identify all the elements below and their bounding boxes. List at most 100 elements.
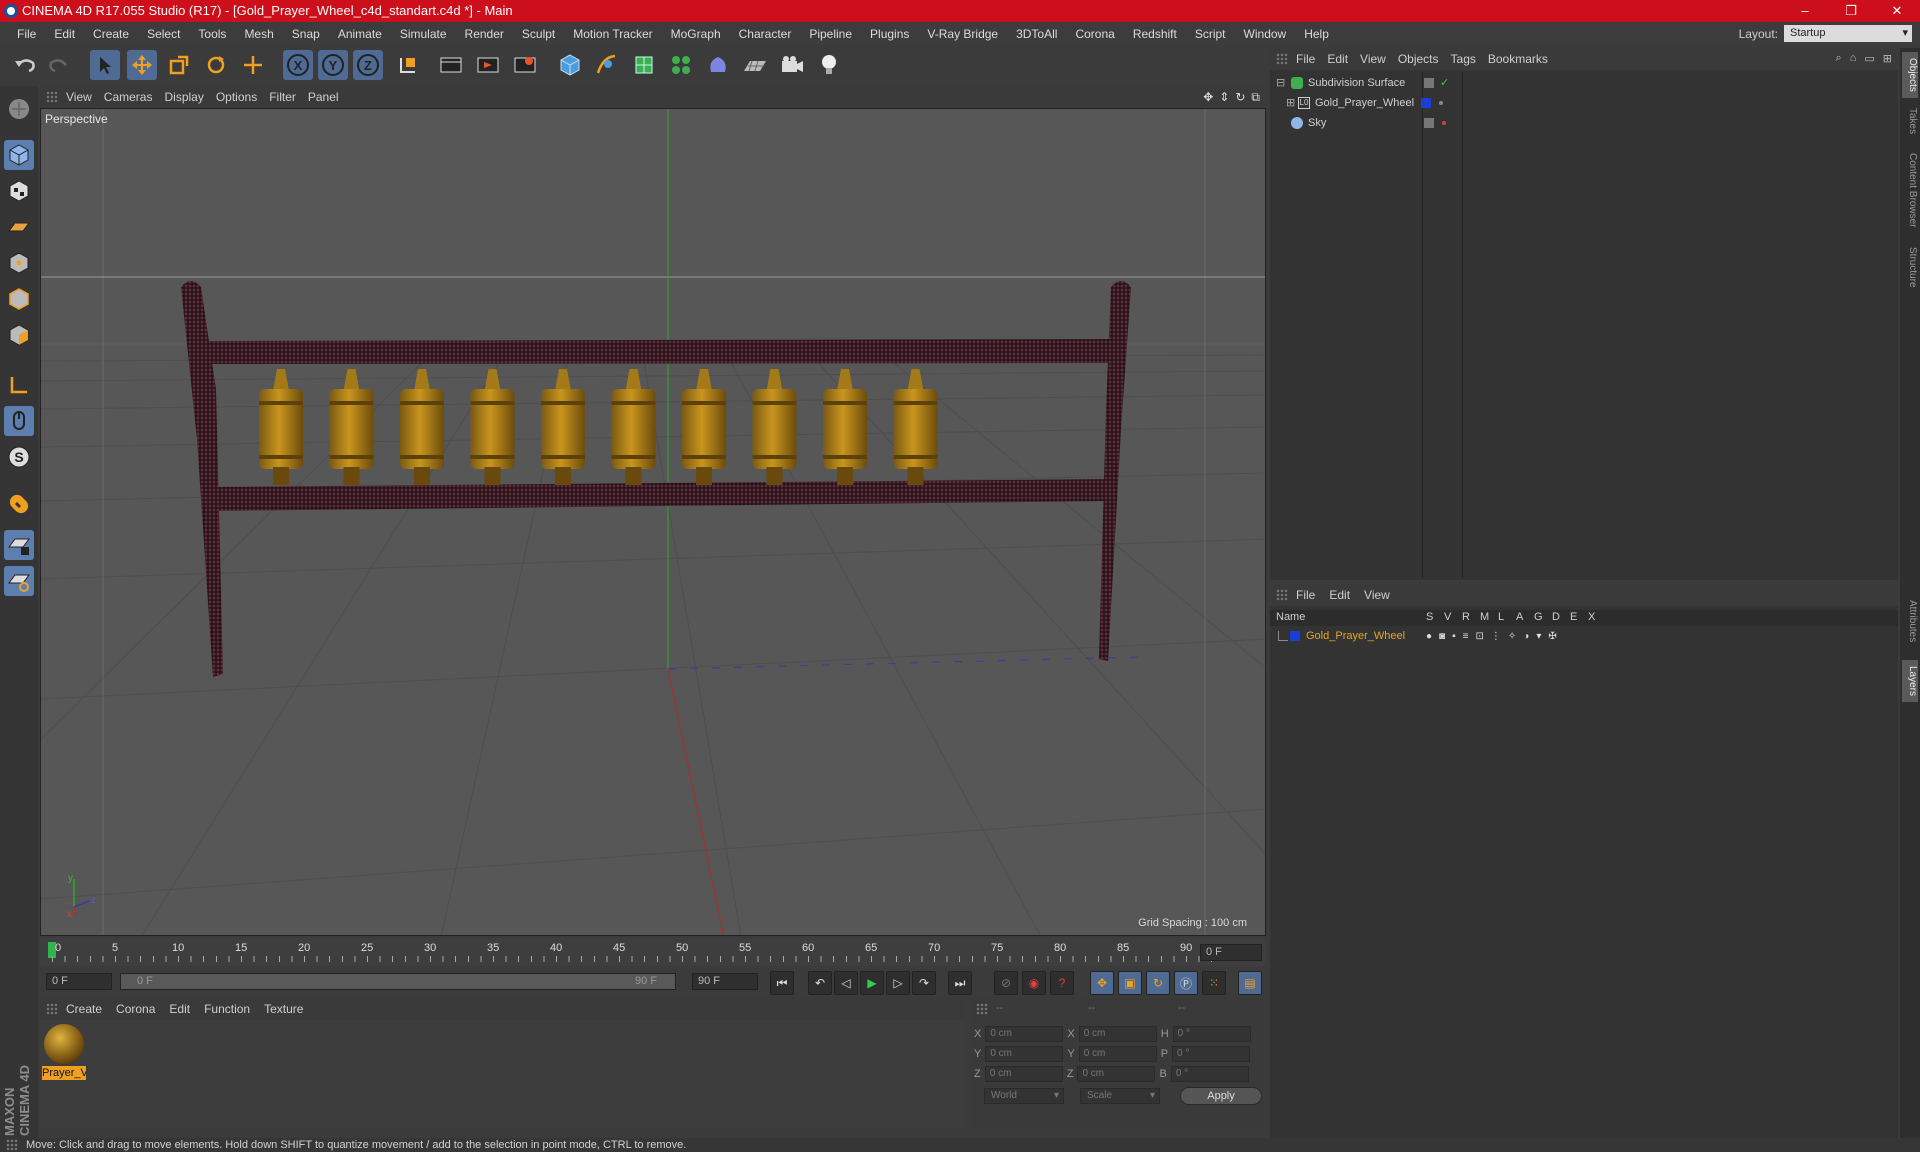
visibility-dot-icon[interactable] xyxy=(1439,100,1443,105)
lock-icon[interactable]: ⊞ xyxy=(1883,52,1892,65)
position-z-field[interactable]: 0 cm xyxy=(984,1066,1063,1082)
enabled-check-icon[interactable]: ✓ xyxy=(1440,76,1449,89)
world-dropdown[interactable]: World ▾ xyxy=(984,1088,1064,1104)
spline-pen-button[interactable] xyxy=(592,50,622,80)
menu-simulate[interactable]: Simulate xyxy=(391,27,456,41)
column-animation[interactable]: A xyxy=(1516,611,1523,623)
record-keys-button[interactable]: ⊘ xyxy=(994,971,1018,995)
panel-grip-icon[interactable] xyxy=(976,1003,988,1015)
go-to-start-button[interactable]: ⏮ xyxy=(770,971,794,995)
key-position-button[interactable]: ✥ xyxy=(1090,971,1114,995)
viewport-rotate-icon[interactable]: ↻ xyxy=(1235,90,1245,105)
workplane-lock-button[interactable] xyxy=(4,566,34,596)
tweak-mode-button[interactable] xyxy=(4,406,34,436)
menu-animate[interactable]: Animate xyxy=(329,27,391,41)
viewport-menu-cameras[interactable]: Cameras xyxy=(104,90,165,104)
size-x-field[interactable]: 0 cm xyxy=(1078,1026,1157,1042)
rotation-h-field[interactable]: 0 ° xyxy=(1172,1026,1251,1042)
menu-window[interactable]: Window xyxy=(1235,27,1296,41)
layers-menu-edit[interactable]: Edit xyxy=(1329,588,1364,602)
minimize-button[interactable]: – xyxy=(1782,0,1828,22)
model-mode-button[interactable] xyxy=(4,140,34,170)
column-expressions[interactable]: E xyxy=(1570,611,1577,623)
render-toggle-icon[interactable]: ▪ xyxy=(1452,631,1456,642)
expression-toggle-icon[interactable]: ▾ xyxy=(1536,631,1541,642)
maximize-button[interactable]: ❐ xyxy=(1828,0,1874,22)
animation-toggle-icon[interactable]: ⋮ xyxy=(1491,631,1501,642)
cube-primitive-button[interactable] xyxy=(555,50,585,80)
lock-toggle-icon[interactable]: ⊡ xyxy=(1475,631,1483,642)
tab-takes[interactable]: Takes xyxy=(1902,102,1918,140)
deformer-toggle-icon[interactable]: ◑ xyxy=(1523,631,1529,642)
subdivision-surface-button[interactable] xyxy=(629,50,659,80)
tab-structure[interactable]: Structure xyxy=(1902,240,1918,294)
y-axis-lock-button[interactable]: Y xyxy=(318,50,348,80)
material-menu-corona[interactable]: Corona xyxy=(116,1002,169,1016)
material-menu-texture[interactable]: Texture xyxy=(264,1002,317,1016)
frame-range-slider[interactable]: 0 F 90 F xyxy=(120,973,676,990)
timeline-window-button[interactable]: ▤ xyxy=(1238,971,1262,995)
scale-dropdown[interactable]: Scale ▾ xyxy=(1080,1088,1160,1104)
camera-button[interactable] xyxy=(777,50,807,80)
live-selection-button[interactable] xyxy=(238,50,268,80)
menu-corona[interactable]: Corona xyxy=(1066,27,1123,41)
material-swatch[interactable]: Prayer_V xyxy=(42,1024,86,1082)
panel-grip-icon[interactable] xyxy=(46,1003,58,1015)
render-settings-button[interactable] xyxy=(510,50,540,80)
previous-frame-button[interactable]: ◁ xyxy=(834,971,858,995)
render-view-button[interactable] xyxy=(436,50,466,80)
menu-file[interactable]: File xyxy=(8,27,45,41)
object-row-subdivision[interactable]: ⊟ Subdivision Surface ✓ xyxy=(1276,73,1896,92)
make-editable-button[interactable] xyxy=(4,94,34,124)
workplane-mode-button[interactable] xyxy=(4,212,34,242)
object-row-gold-prayer-wheel[interactable]: ⊞ L0 Gold_Prayer_Wheel xyxy=(1276,93,1896,112)
current-frame-field[interactable]: 0 F xyxy=(1200,944,1262,961)
x-axis-lock-button[interactable]: X xyxy=(283,50,313,80)
menu-mesh[interactable]: Mesh xyxy=(235,27,282,41)
material-menu-function[interactable]: Function xyxy=(204,1002,264,1016)
expand-icon[interactable]: ⊟ xyxy=(1276,76,1286,89)
key-pla-button[interactable]: ⁙ xyxy=(1202,971,1226,995)
solo-mode-button[interactable]: S xyxy=(4,442,34,472)
light-button[interactable] xyxy=(814,50,844,80)
previous-key-button[interactable]: ↶ xyxy=(808,971,832,995)
redo-button[interactable] xyxy=(44,50,74,80)
layer-row[interactable]: Gold_Prayer_Wheel ● ◙ ▪ ≡ ⊡ ⋮ ✧ ◑ ▾ ✠ xyxy=(1270,628,1898,644)
objects-menu-file[interactable]: File xyxy=(1296,52,1327,66)
menu-mograph[interactable]: MoGraph xyxy=(662,27,730,41)
next-key-button[interactable]: ↷ xyxy=(912,971,936,995)
magnet-snap-button[interactable] xyxy=(4,488,34,518)
column-deformers[interactable]: D xyxy=(1552,611,1560,623)
objects-menu-bookmarks[interactable]: Bookmarks xyxy=(1488,52,1560,66)
size-z-field[interactable]: 0 cm xyxy=(1077,1066,1156,1082)
material-menu-create[interactable]: Create xyxy=(66,1002,116,1016)
viewport-menu-display[interactable]: Display xyxy=(164,90,215,104)
texture-mode-button[interactable] xyxy=(4,176,34,206)
position-y-field[interactable]: 0 cm xyxy=(985,1046,1064,1062)
viewport-menu-view[interactable]: View xyxy=(66,90,104,104)
tab-attributes[interactable]: Attributes xyxy=(1902,588,1918,654)
view-toggle-icon[interactable]: ◙ xyxy=(1439,631,1445,642)
search-icon[interactable]: ⌕ xyxy=(1836,52,1842,65)
layout-select[interactable]: Startup ▾ xyxy=(1784,25,1912,42)
render-picture-viewer-button[interactable] xyxy=(473,50,503,80)
axis-mode-button[interactable] xyxy=(4,370,34,400)
tab-objects[interactable]: Objects xyxy=(1902,52,1918,98)
menu-script[interactable]: Script xyxy=(1186,27,1235,41)
tab-content-browser[interactable]: Content Browser xyxy=(1902,144,1918,236)
solo-toggle-icon[interactable]: ● xyxy=(1426,631,1432,642)
key-parameter-button[interactable]: Ⓟ xyxy=(1174,971,1198,995)
column-locked[interactable]: L xyxy=(1498,611,1504,623)
material-menu-edit[interactable]: Edit xyxy=(169,1002,204,1016)
deformer-button[interactable] xyxy=(703,50,733,80)
menu-pipeline[interactable]: Pipeline xyxy=(800,27,861,41)
floor-button[interactable] xyxy=(740,50,770,80)
panel-grip-icon[interactable] xyxy=(1276,53,1288,65)
menu-sculpt[interactable]: Sculpt xyxy=(513,27,564,41)
apply-button[interactable]: Apply xyxy=(1180,1087,1262,1105)
layer-color-swatch[interactable] xyxy=(1290,631,1300,641)
object-row-sky[interactable]: Sky xyxy=(1276,113,1896,132)
menu-snap[interactable]: Snap xyxy=(283,27,329,41)
menu-3dtoall[interactable]: 3DToAll xyxy=(1007,27,1066,41)
perspective-viewport[interactable]: y z x Perspective Grid Spacing : 100 cm xyxy=(40,108,1266,936)
